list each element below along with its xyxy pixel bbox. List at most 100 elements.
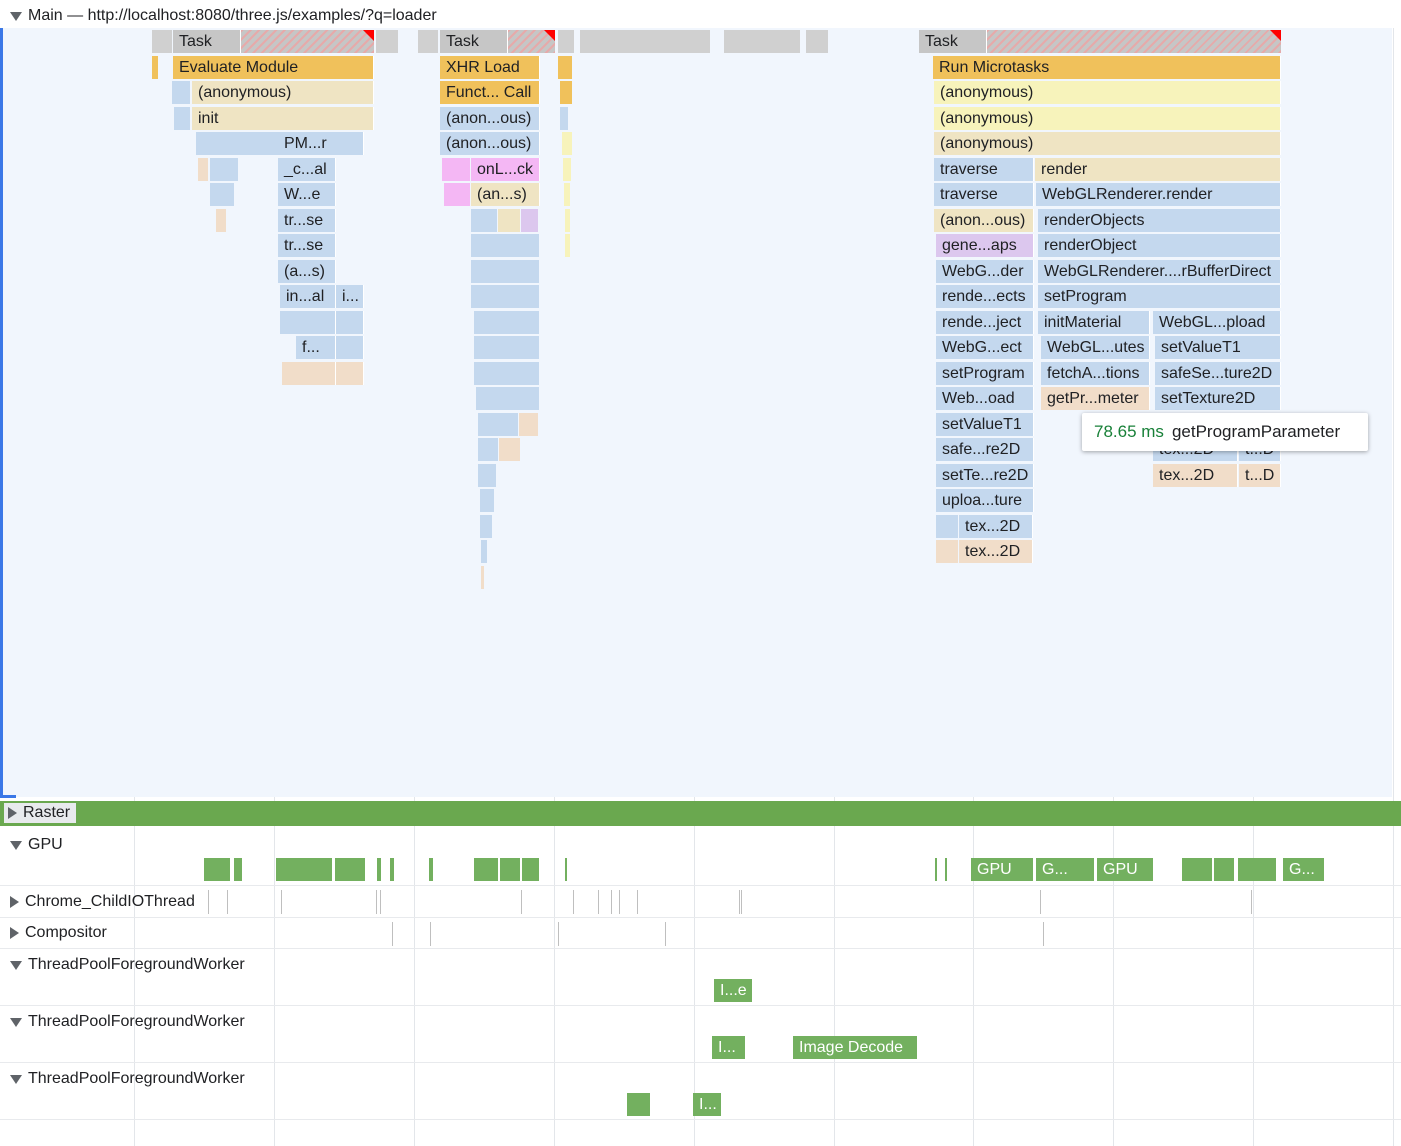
function-call-bar[interactable]	[478, 464, 496, 487]
function-call-bar[interactable]: setProgram	[1038, 285, 1281, 308]
function-call-bar[interactable]	[936, 515, 958, 538]
function-call-bar[interactable]	[481, 540, 487, 563]
function-call-bar[interactable]: tex...2D	[959, 515, 1033, 538]
expand-triangle-icon[interactable]	[10, 840, 22, 850]
gpu-task[interactable]	[204, 858, 230, 881]
function-call-bar[interactable]: tex...2D	[1153, 464, 1238, 487]
io-event[interactable]	[611, 890, 612, 914]
gpu-track-header[interactable]: GPU	[0, 833, 63, 857]
image-decode-task[interactable]: I...	[712, 1036, 745, 1059]
task-bar[interactable]: Task	[440, 30, 508, 53]
gpu-task[interactable]	[500, 858, 520, 881]
io-event[interactable]	[208, 890, 209, 914]
gpu-task[interactable]: G...	[1036, 858, 1094, 881]
function-call-bar[interactable]: onL...ck	[471, 158, 540, 181]
function-call-bar[interactable]	[480, 489, 494, 512]
function-call-bar[interactable]: setValueT1	[1155, 336, 1281, 359]
function-call-bar[interactable]: render	[1035, 158, 1281, 181]
function-call-bar[interactable]: rende...ects	[936, 285, 1034, 308]
function-call-bar[interactable]: uploa...ture	[936, 489, 1034, 512]
function-call-bar[interactable]: init	[192, 107, 374, 130]
io-event[interactable]	[227, 890, 228, 914]
gpu-task[interactable]	[565, 858, 567, 881]
function-call-bar[interactable]	[478, 413, 518, 436]
gpu-task[interactable]	[474, 858, 498, 881]
io-event[interactable]	[739, 890, 740, 914]
function-call-bar[interactable]	[216, 209, 226, 232]
function-call-bar[interactable]: (anonymous)	[934, 81, 1281, 104]
worker-task[interactable]	[627, 1093, 650, 1116]
function-call-bar[interactable]	[282, 362, 336, 385]
function-call-bar[interactable]	[478, 438, 498, 461]
main-track-header[interactable]: Main — http://localhost:8080/three.js/ex…	[0, 4, 437, 28]
function-call-bar[interactable]: in...al	[280, 285, 336, 308]
function-call-bar[interactable]: Web...oad	[936, 387, 1034, 410]
function-call-bar[interactable]: WebGL...utes	[1041, 336, 1150, 359]
function-call-bar[interactable]	[519, 413, 538, 436]
gpu-task[interactable]	[234, 858, 242, 881]
function-call-bar[interactable]	[474, 311, 539, 334]
io-event[interactable]	[521, 890, 522, 914]
gpu-task[interactable]	[1214, 858, 1234, 881]
gpu-task[interactable]	[377, 858, 381, 881]
function-call-bar[interactable]: (anon...ous)	[440, 132, 540, 155]
raster-track-header[interactable]: Raster	[4, 803, 77, 823]
function-call-bar[interactable]: WebGL...pload	[1153, 311, 1281, 334]
gpu-task[interactable]	[1182, 858, 1212, 881]
function-call-bar[interactable]: PM...r	[278, 132, 364, 155]
io-event[interactable]	[741, 890, 742, 914]
function-call-bar[interactable]: tr...se	[278, 209, 336, 232]
function-call-bar[interactable]: (an...s)	[471, 183, 540, 206]
function-call-bar[interactable]: traverse	[934, 183, 1034, 206]
function-call-bar[interactable]: (anonymous)	[192, 81, 374, 104]
function-call-bar[interactable]	[210, 158, 238, 181]
function-call-bar[interactable]: setValueT1	[936, 413, 1034, 436]
function-call-bar[interactable]: W...e	[278, 183, 336, 206]
function-call-bar[interactable]	[198, 158, 208, 181]
function-call-bar[interactable]	[521, 209, 538, 232]
function-call-bar[interactable]: setProgram	[936, 362, 1034, 385]
gpu-task[interactable]: G...	[1283, 858, 1324, 881]
io-event[interactable]	[1251, 890, 1252, 914]
task-bar[interactable]: Task	[173, 30, 241, 53]
xhr-load-bar[interactable]: XHR Load	[440, 56, 540, 79]
image-decode-task[interactable]: I...	[693, 1093, 721, 1116]
function-call-bar[interactable]: tex...2D	[959, 540, 1033, 563]
function-call-bar[interactable]: WebGLRenderer....rBufferDirect	[1038, 260, 1281, 283]
function-call-bar[interactable]: safe...re2D	[936, 438, 1034, 461]
function-call-bar[interactable]: i...	[336, 285, 364, 308]
function-call-bar[interactable]: _c...al	[278, 158, 336, 181]
io-event[interactable]	[619, 890, 620, 914]
function-call-bar[interactable]: safeSe...ture2D	[1155, 362, 1281, 385]
function-call-bar[interactable]: WebGLRenderer.render	[1036, 183, 1281, 206]
chrome-child-io-thread-track-header[interactable]: Chrome_ChildIOThread	[0, 890, 195, 914]
function-call-bar[interactable]: traverse	[934, 158, 1034, 181]
gpu-task[interactable]: GPU	[1097, 858, 1153, 881]
function-call-bar[interactable]	[498, 209, 520, 232]
image-decode-task[interactable]: Image Decode	[793, 1036, 917, 1059]
function-call-bar[interactable]	[336, 362, 364, 385]
function-call-bar[interactable]: rende...ject	[936, 311, 1034, 334]
gpu-task[interactable]	[935, 858, 937, 881]
gpu-task[interactable]	[335, 858, 365, 881]
compositor-track-header[interactable]: Compositor	[0, 921, 107, 945]
function-call-bar[interactable]	[471, 209, 497, 232]
io-event[interactable]	[1040, 890, 1041, 914]
io-event[interactable]	[573, 890, 574, 914]
function-call-bar[interactable]: (a...s)	[278, 260, 336, 283]
gpu-task[interactable]	[522, 858, 539, 881]
function-call-bar[interactable]: fetchA...tions	[1041, 362, 1150, 385]
function-call-bar[interactable]	[336, 336, 364, 359]
gpu-task[interactable]	[276, 858, 332, 881]
gpu-task[interactable]	[429, 858, 433, 881]
expand-triangle-icon[interactable]	[10, 960, 22, 970]
function-call-bar[interactable]	[481, 566, 484, 589]
function-call-bar[interactable]: WebG...ect	[936, 336, 1034, 359]
function-call-bar[interactable]	[480, 515, 492, 538]
function-call-bar[interactable]: (anon...ous)	[934, 209, 1034, 232]
gpu-task[interactable]	[945, 858, 947, 881]
io-event[interactable]	[598, 890, 599, 914]
io-event[interactable]	[637, 890, 638, 914]
io-event[interactable]	[281, 890, 282, 914]
expand-triangle-icon[interactable]	[10, 1074, 22, 1084]
